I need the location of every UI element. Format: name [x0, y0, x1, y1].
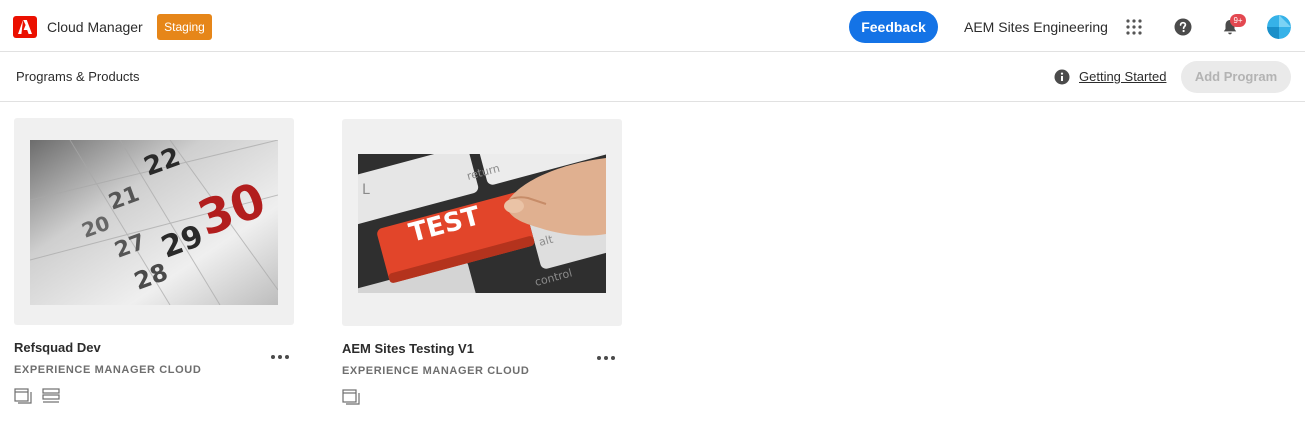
help-icon[interactable] — [1174, 18, 1192, 36]
program-thumbnail[interactable]: return L TEST alt control — [342, 119, 622, 326]
avatar[interactable] — [1267, 15, 1291, 39]
org-switcher[interactable]: AEM Sites Engineering — [964, 19, 1108, 35]
program-name[interactable]: Refsquad Dev — [14, 340, 101, 355]
feedback-button[interactable]: Feedback — [849, 11, 938, 43]
environment-badge: Staging — [157, 14, 212, 40]
more-icon — [597, 356, 615, 360]
apps-grid-icon[interactable] — [1126, 19, 1142, 35]
keyboard-label: L — [362, 182, 370, 198]
program-type: EXPERIENCE MANAGER CLOUD — [342, 365, 530, 377]
sites-solution-icon — [14, 388, 32, 404]
program-card[interactable]: return L TEST alt control AEM Sites Test… — [342, 119, 624, 409]
info-icon — [1054, 69, 1070, 85]
sites-solution-icon — [342, 389, 360, 405]
keyboard-image: return L TEST alt control — [358, 154, 606, 293]
more-icon — [271, 355, 289, 359]
sub-header: Programs & Products Getting Started Add … — [0, 52, 1305, 102]
adobe-logo-icon[interactable] — [13, 16, 37, 38]
notification-count-badge: 9+ — [1230, 14, 1246, 27]
app-title[interactable]: Cloud Manager — [47, 19, 143, 35]
program-card[interactable]: 22 29 28 21 27 20 30 Refsquad Dev EXPERI… — [14, 118, 296, 408]
program-type: EXPERIENCE MANAGER CLOUD — [14, 364, 202, 376]
breadcrumb: Programs & Products — [16, 69, 140, 84]
program-thumbnail[interactable]: 22 29 28 21 27 20 30 — [14, 118, 294, 325]
getting-started-link[interactable]: Getting Started — [1079, 69, 1166, 84]
calendar-image: 22 29 28 21 27 20 30 — [30, 140, 278, 305]
add-program-button[interactable]: Add Program — [1181, 61, 1291, 93]
top-bar: Cloud Manager Staging Feedback AEM Sites… — [0, 0, 1305, 52]
assets-solution-icon — [42, 388, 60, 403]
more-actions-button[interactable] — [594, 351, 618, 363]
program-name[interactable]: AEM Sites Testing V1 — [342, 341, 474, 356]
more-actions-button[interactable] — [268, 350, 292, 362]
